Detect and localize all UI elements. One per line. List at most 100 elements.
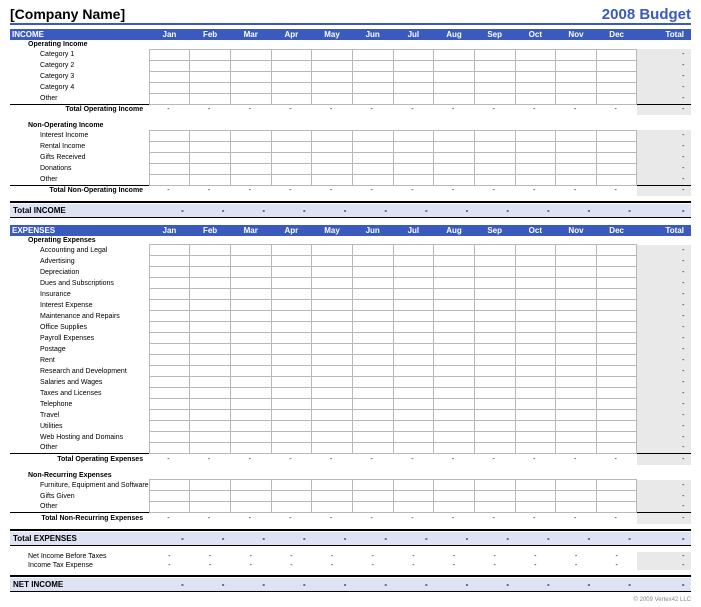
cell[interactable] (312, 443, 353, 454)
cell[interactable] (434, 432, 475, 443)
cell[interactable] (434, 322, 475, 333)
cell[interactable] (596, 322, 637, 333)
cell[interactable] (190, 141, 231, 152)
cell[interactable] (474, 141, 515, 152)
cell[interactable] (190, 174, 231, 185)
cell[interactable] (149, 377, 190, 388)
cell[interactable] (596, 355, 637, 366)
cell[interactable] (190, 60, 231, 71)
cell[interactable] (352, 267, 393, 278)
cell[interactable] (474, 377, 515, 388)
cell[interactable] (190, 399, 231, 410)
cell[interactable] (149, 267, 190, 278)
cell[interactable] (312, 344, 353, 355)
cell[interactable] (230, 174, 271, 185)
cell[interactable] (352, 174, 393, 185)
cell[interactable] (312, 152, 353, 163)
cell[interactable] (149, 421, 190, 432)
cell[interactable] (434, 366, 475, 377)
cell[interactable] (190, 333, 231, 344)
cell[interactable] (352, 421, 393, 432)
cell[interactable] (393, 491, 434, 502)
cell[interactable] (556, 399, 597, 410)
cell[interactable] (271, 432, 312, 443)
cell[interactable] (434, 130, 475, 141)
cell[interactable] (393, 82, 434, 93)
cell[interactable] (312, 245, 353, 256)
cell[interactable] (393, 432, 434, 443)
cell[interactable] (312, 71, 353, 82)
cell[interactable] (434, 82, 475, 93)
cell[interactable] (312, 60, 353, 71)
cell[interactable] (312, 163, 353, 174)
cell[interactable] (393, 163, 434, 174)
cell[interactable] (515, 141, 556, 152)
cell[interactable] (596, 93, 637, 104)
cell[interactable] (434, 49, 475, 60)
cell[interactable] (434, 163, 475, 174)
cell[interactable] (271, 410, 312, 421)
cell[interactable] (190, 300, 231, 311)
cell[interactable] (271, 333, 312, 344)
cell[interactable] (556, 152, 597, 163)
cell[interactable] (474, 256, 515, 267)
cell[interactable] (556, 93, 597, 104)
cell[interactable] (434, 152, 475, 163)
cell[interactable] (596, 256, 637, 267)
cell[interactable] (271, 480, 312, 491)
cell[interactable] (352, 333, 393, 344)
cell[interactable] (149, 344, 190, 355)
cell[interactable] (352, 399, 393, 410)
cell[interactable] (393, 344, 434, 355)
cell[interactable] (149, 311, 190, 322)
cell[interactable] (352, 502, 393, 513)
cell[interactable] (393, 480, 434, 491)
cell[interactable] (434, 388, 475, 399)
cell[interactable] (474, 300, 515, 311)
cell[interactable] (434, 443, 475, 454)
cell[interactable] (190, 49, 231, 60)
cell[interactable] (393, 355, 434, 366)
cell[interactable] (312, 355, 353, 366)
cell[interactable] (393, 71, 434, 82)
cell[interactable] (596, 49, 637, 60)
cell[interactable] (434, 377, 475, 388)
cell[interactable] (352, 60, 393, 71)
cell[interactable] (434, 333, 475, 344)
cell[interactable] (556, 410, 597, 421)
cell[interactable] (312, 322, 353, 333)
cell[interactable] (434, 174, 475, 185)
cell[interactable] (352, 344, 393, 355)
cell[interactable] (474, 278, 515, 289)
cell[interactable] (271, 141, 312, 152)
cell[interactable] (556, 421, 597, 432)
cell[interactable] (596, 443, 637, 454)
cell[interactable] (474, 388, 515, 399)
cell[interactable] (393, 311, 434, 322)
cell[interactable] (474, 82, 515, 93)
cell[interactable] (352, 491, 393, 502)
cell[interactable] (474, 333, 515, 344)
cell[interactable] (596, 82, 637, 93)
cell[interactable] (556, 333, 597, 344)
cell[interactable] (190, 82, 231, 93)
cell[interactable] (515, 289, 556, 300)
cell[interactable] (434, 344, 475, 355)
cell[interactable] (312, 480, 353, 491)
cell[interactable] (190, 278, 231, 289)
cell[interactable] (230, 421, 271, 432)
cell[interactable] (434, 60, 475, 71)
cell[interactable] (312, 289, 353, 300)
cell[interactable] (149, 491, 190, 502)
cell[interactable] (515, 60, 556, 71)
cell[interactable] (515, 130, 556, 141)
cell[interactable] (312, 49, 353, 60)
cell[interactable] (312, 141, 353, 152)
cell[interactable] (596, 366, 637, 377)
cell[interactable] (230, 355, 271, 366)
cell[interactable] (312, 267, 353, 278)
cell[interactable] (556, 174, 597, 185)
cell[interactable] (352, 82, 393, 93)
cell[interactable] (434, 256, 475, 267)
cell[interactable] (149, 245, 190, 256)
